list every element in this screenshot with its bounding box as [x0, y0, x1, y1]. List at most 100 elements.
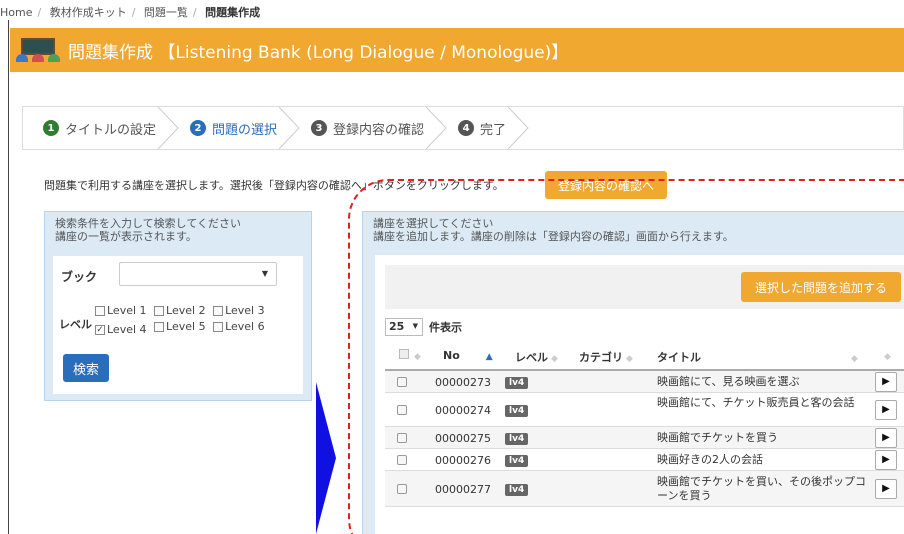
level-badge: lv4: [505, 377, 529, 389]
page-title: 問題集作成 【Listening Bank (Long Dialogue / M…: [68, 42, 569, 63]
chevron-down-icon: ▼: [412, 322, 418, 330]
column-no[interactable]: No ▲: [443, 349, 493, 362]
step-select-questions: 2 問題の選択: [170, 106, 300, 150]
breadcrumb-kit[interactable]: 教材作成キット: [50, 6, 127, 19]
search-button[interactable]: 検索: [63, 354, 109, 382]
play-icon[interactable]: ▶: [875, 428, 897, 448]
course-panel-heading: 講座を選択してください: [373, 217, 494, 230]
row-title: 映画館にて、チケット販売員と客の会話: [657, 396, 855, 409]
go-to-confirm-button[interactable]: 登録内容の確認へ: [545, 171, 667, 199]
page-left-border: [8, 20, 9, 534]
sort-icon: ◆: [626, 354, 633, 364]
level-1-checkbox[interactable]: [95, 306, 105, 316]
step-3-label: 登録内容の確認: [333, 122, 425, 138]
play-icon[interactable]: ▶: [875, 400, 897, 420]
sort-icon: ◆: [414, 352, 421, 362]
level-checkboxes: Level 1 Level 2 Level 3 ✓ Level 4 Level 5…: [95, 304, 295, 337]
level-6-checkbox[interactable]: [213, 322, 224, 332]
sort-icon: ◆: [551, 354, 558, 364]
column-play[interactable]: ◆: [881, 349, 891, 362]
play-icon[interactable]: ▶: [875, 450, 897, 470]
sort-icon: ◆: [884, 352, 891, 362]
per-page-control: 25 ▼ 件表示: [385, 318, 462, 336]
step-1-label: タイトルの設定: [65, 122, 157, 138]
instruction-text: 問題集で利用する講座を選択します。選択後「登録内容の確認へ」ボタンをクリックしま…: [44, 179, 504, 192]
sort-icon: ◆: [851, 354, 858, 364]
per-page-select[interactable]: 25 ▼: [385, 318, 423, 336]
row-checkbox[interactable]: [397, 433, 407, 443]
step-2-label: 問題の選択: [212, 122, 278, 138]
step-4-number: 4: [458, 120, 475, 136]
column-level[interactable]: レベル ◆: [515, 349, 558, 365]
breadcrumb-current: 問題集作成: [205, 6, 261, 19]
classroom-icon: [16, 38, 60, 62]
step-title-settings: 1 タイトルの設定: [23, 106, 179, 150]
level-3-option[interactable]: Level 3: [213, 304, 265, 318]
search-panel: 検索条件を入力して検索してください 講座の一覧が表示されます。 ブック ▼ レベ…: [44, 211, 312, 401]
level-4-text: Level 4: [107, 323, 147, 336]
step-complete: 4 完了: [438, 106, 529, 150]
arrow-right-icon: [316, 382, 336, 534]
level-badge: lv4: [505, 433, 529, 445]
level-3-checkbox[interactable]: [213, 306, 224, 316]
row-title: 映画館でチケットを買い、その後ポップコーンを買う: [657, 475, 866, 502]
play-icon[interactable]: ▶: [875, 372, 897, 392]
level-badge: lv4: [505, 455, 529, 467]
column-title[interactable]: タイトル ◆: [657, 349, 858, 365]
breadcrumb-home[interactable]: Home: [0, 6, 32, 19]
column-title-label: タイトル: [657, 351, 701, 364]
chevron-down-icon: ▼: [261, 269, 268, 278]
column-category[interactable]: カテゴリ ◆: [579, 349, 633, 365]
course-panel-subheading: 講座を追加します。講座の削除は「登録内容の確認」画面から行えます。: [373, 230, 734, 243]
sort-asc-icon: ▲: [485, 352, 493, 362]
level-1-text: Level 1: [107, 304, 147, 317]
table-row[interactable]: 00000275 lv4 映画館でチケットを買う ▶: [385, 427, 904, 449]
step-2-number: 2: [190, 120, 207, 136]
level-6-option[interactable]: Level 6: [213, 320, 265, 334]
step-4-label: 完了: [480, 122, 507, 138]
step-3-number: 3: [311, 120, 328, 136]
play-icon[interactable]: ▶: [875, 479, 897, 499]
table-header: ◆ No ▲ レベル ◆ カテゴリ ◆ タイトル ◆ ◆: [385, 339, 904, 371]
row-no: 00000274: [435, 404, 491, 417]
level-2-option[interactable]: Level 2: [154, 304, 206, 318]
column-no-label: No: [443, 349, 460, 362]
level-label: レベル: [59, 318, 92, 331]
row-no: 00000273: [435, 376, 491, 389]
column-level-label: レベル: [515, 351, 548, 364]
select-all-checkbox[interactable]: [399, 349, 409, 359]
row-checkbox[interactable]: [397, 484, 407, 494]
breadcrumb: Home / 教材作成キット / 問題一覧 / 問題集作成: [0, 6, 261, 19]
level-4-option[interactable]: ✓ Level 4: [95, 323, 147, 337]
level-2-checkbox[interactable]: [154, 306, 165, 316]
book-select[interactable]: ▼: [119, 262, 277, 286]
level-1-option[interactable]: Level 1: [95, 304, 147, 318]
row-checkbox[interactable]: [397, 405, 407, 415]
row-title: 映画館にて、見る映画を選ぶ: [657, 375, 800, 388]
per-page-label: 件表示: [429, 321, 462, 334]
step-1-number: 1: [43, 120, 59, 136]
row-checkbox[interactable]: [397, 377, 407, 387]
level-3-text: Level 3: [225, 304, 265, 317]
level-5-option[interactable]: Level 5: [154, 320, 206, 334]
page-header: 問題集作成 【Listening Bank (Long Dialogue / M…: [10, 28, 904, 72]
course-table-container: 選択した問題を追加する 25 ▼ 件表示 ◆ No ▲ レベル ◆ カテゴリ ◆ タイ…: [375, 255, 904, 534]
level-4-checkbox[interactable]: ✓: [95, 325, 105, 335]
row-checkbox[interactable]: [397, 455, 407, 465]
row-no: 00000276: [435, 454, 491, 467]
table-row[interactable]: 00000273 lv4 映画館にて、見る映画を選ぶ ▶: [385, 371, 904, 393]
table-row[interactable]: 00000276 lv4 映画好きの2人の会話 ▶: [385, 449, 904, 471]
level-5-checkbox[interactable]: [154, 322, 165, 332]
add-selected-button[interactable]: 選択した問題を追加する: [741, 272, 901, 302]
select-all-column[interactable]: ◆: [399, 349, 421, 362]
column-category-label: カテゴリ: [579, 351, 623, 364]
table-row[interactable]: 00000277 lv4 映画館でチケットを買い、その後ポップコーンを買う ▶: [385, 471, 904, 507]
row-no: 00000275: [435, 432, 491, 445]
per-page-value: 25: [389, 320, 405, 333]
search-panel-heading: 検索条件を入力して検索してください: [55, 217, 242, 230]
level-2-text: Level 2: [166, 304, 206, 317]
table-row[interactable]: 00000274 lv4 映画館にて、チケット販売員と客の会話 ▶: [385, 393, 904, 427]
search-panel-subheading: 講座の一覧が表示されます。: [55, 230, 197, 243]
breadcrumb-question-list[interactable]: 問題一覧: [144, 6, 188, 19]
level-6-text: Level 6: [225, 320, 265, 333]
